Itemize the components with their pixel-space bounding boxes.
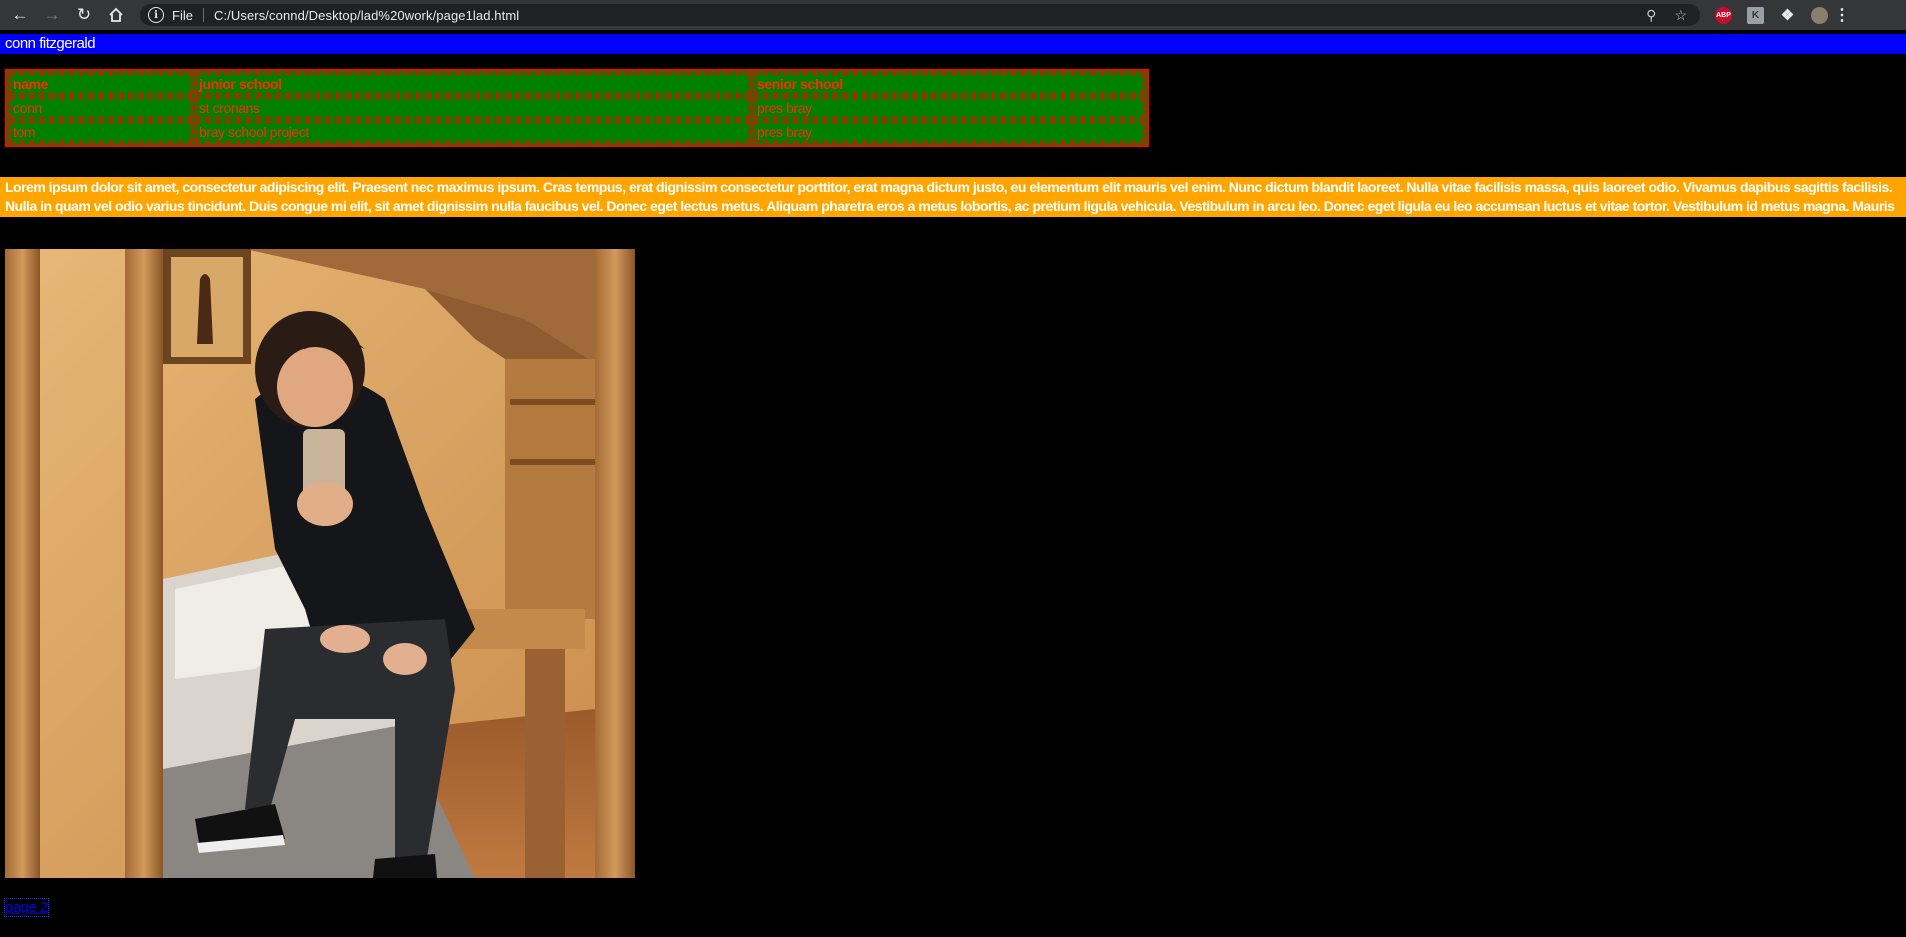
table-cell: tom (9, 121, 193, 143)
page-title: conn fitzgerald (0, 34, 1906, 54)
header-cell: senior school (753, 73, 1145, 95)
kebab-menu-icon[interactable]: ⋮ (1834, 7, 1850, 24)
omnibox-actions: ⚲ ☆ (1637, 7, 1696, 24)
table-cell: bray school project (195, 121, 751, 143)
table-row: tom bray school project pres bray (9, 121, 1145, 143)
header-cell: name (9, 73, 193, 95)
url-text[interactable]: C:/Users/connd/Desktop/lad%20work/page1l… (214, 8, 519, 23)
photo-image (5, 249, 635, 878)
reload-icon: ↻ (76, 5, 92, 24)
home-button[interactable] (104, 3, 128, 27)
lorem-paragraph: Lorem ipsum dolor sit amet, consectetur … (0, 177, 1906, 217)
back-button[interactable]: ← (8, 3, 32, 27)
table-cell: st cronans (195, 97, 751, 119)
page-2-link[interactable]: page 2 (4, 898, 49, 917)
reload-button[interactable]: ↻ (72, 3, 96, 27)
arrow-right-icon: → (43, 5, 61, 24)
table-cell: pres bray (753, 121, 1145, 143)
forward-button[interactable]: → (40, 3, 64, 27)
table-header-row: name junior school senior school (9, 73, 1145, 95)
table-row: conn st cronans pres bray (9, 97, 1145, 119)
scheme-label: File (172, 7, 193, 23)
puzzle-icon[interactable]: ❖ (1779, 7, 1796, 24)
extension-icon[interactable]: K (1747, 6, 1764, 24)
schools-table: name junior school senior school conn st… (5, 69, 1149, 147)
page-content: conn fitzgerald name junior school senio… (0, 30, 1906, 937)
profile-avatar[interactable] (1811, 6, 1828, 24)
zoom-icon[interactable]: ⚲ (1646, 7, 1656, 24)
arrow-left-icon: ← (11, 5, 29, 24)
star-icon[interactable]: ☆ (1674, 7, 1687, 24)
table-cell: conn (9, 97, 193, 119)
adblock-extension-icon[interactable]: ABP (1715, 6, 1732, 24)
home-icon (109, 7, 123, 22)
browser-toolbar: ← → ↻ i File C:/Users/connd/Desktop/lad%… (0, 0, 1906, 30)
address-bar[interactable]: i File C:/Users/connd/Desktop/lad%20work… (140, 4, 1700, 26)
info-icon[interactable]: i (148, 7, 164, 23)
table-cell: pres bray (753, 97, 1145, 119)
header-cell: junior school (195, 73, 751, 95)
divider (202, 8, 204, 22)
